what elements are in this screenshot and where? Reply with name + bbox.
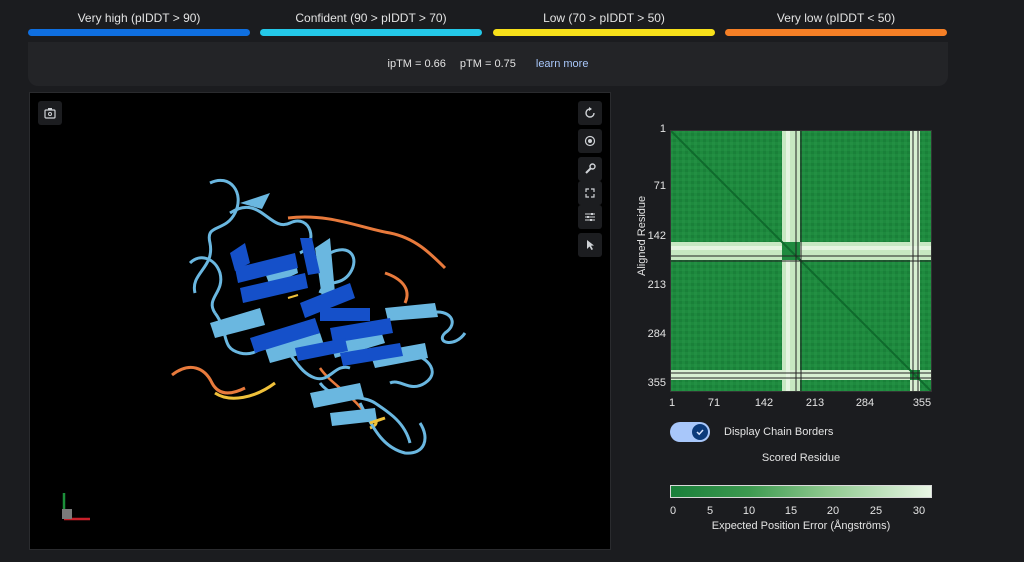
chain-borders-label: Display Chain Borders	[724, 426, 834, 438]
legend-label: Low (70 > pIDDT > 50)	[543, 11, 665, 25]
colorbar-title: Expected Position Error (Ångströms)	[711, 520, 891, 532]
chain-borders-toggle-row: Display Chain Borders	[670, 422, 833, 442]
pae-y-axis-label: Aligned Residue	[636, 195, 648, 276]
legend-bar	[725, 29, 947, 36]
center-button[interactable]	[578, 129, 602, 153]
legend-bar	[260, 29, 482, 36]
center-icon	[584, 135, 596, 147]
pae-y-tick: 355	[647, 377, 666, 389]
settings-button[interactable]	[578, 205, 602, 229]
sliders-icon	[585, 213, 595, 221]
chain-borders-toggle[interactable]	[670, 422, 710, 442]
pae-colorbar	[670, 485, 932, 498]
colorbar-tick: 20	[826, 505, 840, 517]
pae-x-tick: 71	[707, 397, 721, 409]
colorbar-tick: 25	[869, 505, 883, 517]
learn-more-link[interactable]: learn more	[536, 58, 589, 70]
pae-y-tick: 213	[647, 279, 666, 291]
pae-y-tick: 142	[647, 230, 666, 242]
screenshot-icon	[44, 108, 56, 119]
pae-panel: Aligned Residue 1 71 142 213 284 355 1 7…	[620, 120, 950, 540]
colorbar-tick: 10	[742, 505, 756, 517]
protein-structure-render[interactable]	[30, 93, 610, 549]
colorbar-tick: 5	[706, 505, 714, 517]
plddt-legend: Very high (pIDDT > 90) Confident (90 > p…	[28, 10, 948, 40]
alphafold-result-page: Very high (pIDDT > 90) Confident (90 > p…	[0, 0, 1024, 562]
legend-low: Low (70 > pIDDT > 50)	[493, 10, 715, 36]
colorbar-tick: 0	[669, 505, 677, 517]
colorbar-tick: 30	[912, 505, 926, 517]
legend-very-high: Very high (pIDDT > 90)	[28, 10, 250, 36]
pae-y-tick: 284	[647, 328, 666, 340]
pae-y-tick: 71	[653, 180, 666, 192]
pae-x-tick: 1	[668, 397, 676, 409]
pae-x-tick: 213	[805, 397, 825, 409]
reset-view-button[interactable]	[578, 101, 602, 125]
fullscreen-button[interactable]	[578, 181, 602, 205]
legend-label: Very low (pIDDT < 50)	[776, 11, 896, 25]
pae-x-tick: 284	[855, 397, 875, 409]
axes-icon	[62, 493, 90, 521]
wrench-icon	[585, 163, 596, 174]
legend-bar	[28, 29, 250, 36]
legend-confident: Confident (90 > pIDDT > 70)	[260, 10, 482, 36]
legend-bar	[493, 29, 715, 36]
reset-icon	[585, 107, 595, 118]
legend-very-low: Very low (pIDDT < 50)	[725, 10, 947, 36]
tools-button[interactable]	[578, 157, 602, 181]
structure-viewer[interactable]	[29, 92, 611, 550]
pae-x-tick: 142	[754, 397, 774, 409]
pointer-icon	[587, 240, 594, 250]
select-button[interactable]	[578, 233, 602, 257]
colorbar-tick: 15	[784, 505, 798, 517]
pae-heatmap[interactable]	[670, 130, 932, 392]
fullscreen-icon	[585, 188, 595, 198]
ptm-value: pTM = 0.75	[459, 58, 516, 70]
pae-x-tick: 355	[912, 397, 932, 409]
screenshot-button[interactable]	[38, 101, 62, 125]
metrics-panel: ipTM = 0.66 pTM = 0.75 learn more	[28, 42, 948, 86]
iptm-value: ipTM = 0.66	[387, 58, 446, 70]
legend-label: Very high (pIDDT > 90)	[77, 11, 201, 25]
check-icon	[692, 424, 708, 440]
pae-x-axis-label: Scored Residue	[761, 452, 841, 464]
pae-y-tick: 1	[659, 123, 666, 135]
legend-label: Confident (90 > pIDDT > 70)	[295, 11, 447, 25]
